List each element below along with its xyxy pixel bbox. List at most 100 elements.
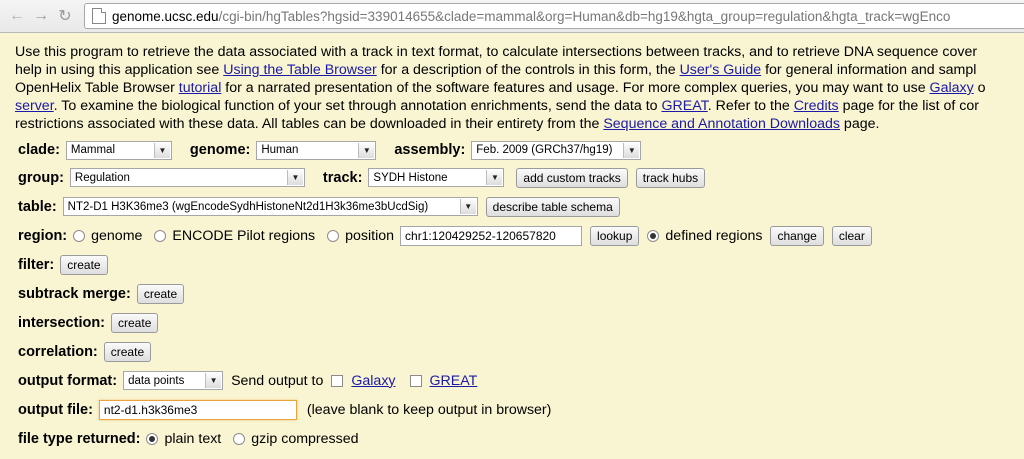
region-encode-label: ENCODE Pilot regions [172, 227, 316, 244]
output-file-hint: (leave blank to keep output in browser) [306, 401, 552, 418]
plain-text-radio[interactable] [146, 432, 159, 445]
galaxy-link[interactable]: Galaxy [351, 373, 395, 389]
output-format-label: output format: [18, 372, 118, 389]
genome-select[interactable]: Human ▼ [256, 140, 377, 160]
correlation-label: correlation: [18, 343, 98, 360]
galaxy-intro-link[interactable]: Galaxy [930, 80, 974, 96]
region-genome-radio[interactable] [73, 229, 86, 242]
filter-label: filter: [18, 256, 55, 273]
region-position-label: position [345, 227, 395, 244]
chevron-down-icon: ▼ [623, 142, 640, 158]
intro-text: Use this program to retrieve the data as… [15, 43, 1024, 133]
table-value: NT2-D1 H3K36me3 (wgEncodeSydhHistoneNt2d… [67, 200, 429, 213]
chevron-down-icon: ▼ [486, 170, 503, 185]
clade-label: clade: [18, 142, 60, 158]
file-type-label: file type returned: [18, 430, 141, 447]
group-label: group: [18, 169, 64, 186]
users-guide-link[interactable]: User's Guide [680, 62, 762, 78]
intro-line: . To examine the biological function of … [53, 98, 662, 114]
table-select[interactable]: NT2-D1 H3K36me3 (wgEncodeSydhHistoneNt2d… [62, 197, 478, 216]
chevron-down-icon: ▼ [153, 142, 170, 158]
back-arrow-icon[interactable]: ← [6, 5, 28, 27]
intro-line: for a description of the controls in thi… [376, 62, 680, 78]
output-format-row: output format: data points ▼ Send output… [18, 366, 1024, 395]
intersection-create-button[interactable]: create [111, 312, 159, 333]
change-button[interactable]: change [770, 225, 824, 246]
track-hubs-button[interactable]: track hubs [635, 167, 706, 188]
reload-icon[interactable]: ↻ [54, 5, 76, 27]
tutorial-link[interactable]: tutorial [179, 80, 222, 96]
galaxy-server-link[interactable]: server [15, 98, 54, 114]
plain-text-label: plain text [164, 430, 222, 447]
downloads-link[interactable]: Sequence and Annotation Downloads [603, 116, 840, 132]
describe-schema-button[interactable]: describe table schema [485, 196, 620, 217]
lookup-button[interactable]: lookup [590, 225, 640, 246]
filter-create-button[interactable]: create [60, 254, 108, 275]
intro-line: for general information and sampl [761, 62, 977, 78]
table-row: table: NT2-D1 H3K36me3 (wgEncodeSydhHist… [18, 192, 1024, 221]
intro-line: help in using this application see [15, 62, 224, 78]
intro-line: . Refer to the [707, 98, 794, 114]
add-custom-tracks-button[interactable]: add custom tracks [516, 167, 628, 188]
clear-button[interactable]: clear [831, 225, 872, 246]
chevron-down-icon: ▼ [205, 373, 222, 388]
group-row: group: Regulation ▼ track: SYDH Histone … [18, 163, 1024, 192]
chevron-down-icon: ▼ [286, 170, 303, 185]
assembly-label: assembly: [394, 142, 466, 158]
gzip-radio[interactable] [233, 432, 246, 445]
region-label: region: [18, 227, 68, 244]
using-table-browser-link[interactable]: Using the Table Browser [223, 62, 377, 78]
url-host: genome.ucsc.edu [112, 8, 219, 24]
region-encode-radio[interactable] [154, 229, 167, 242]
subtrack-create-button[interactable]: create [136, 283, 185, 304]
address-bar[interactable]: genome.ucsc.edu /cgi-bin/hgTables?hgsid=… [84, 3, 1024, 29]
intro-line: page. [839, 116, 880, 132]
clade-value: Mammal [70, 144, 116, 156]
great-checkbox[interactable] [409, 374, 422, 387]
region-defined-radio[interactable] [647, 229, 660, 242]
assembly-select[interactable]: Feb. 2009 (GRCh37/hg19) ▼ [471, 140, 642, 160]
file-type-row: file type returned: plain text gzip comp… [18, 424, 1024, 453]
group-value: Regulation [74, 171, 130, 184]
intro-line: restrictions associated with these data.… [15, 116, 604, 132]
group-select[interactable]: Regulation ▼ [69, 168, 305, 187]
output-format-value: data points [128, 374, 185, 387]
track-value: SYDH Histone [373, 171, 448, 184]
track-label: track: [322, 169, 363, 186]
gzip-label: gzip compressed [251, 430, 359, 447]
genome-label: genome: [189, 142, 251, 158]
intro-line: Use this program to retrieve the data as… [15, 44, 978, 60]
correlation-create-button[interactable]: create [103, 341, 152, 362]
correlation-row: correlation: create [18, 337, 1024, 366]
table-label: table: [18, 198, 57, 215]
galaxy-checkbox[interactable] [331, 374, 344, 387]
intro-line: page for the list of cor [838, 98, 980, 114]
region-position-radio[interactable] [327, 229, 340, 242]
region-defined-label: defined regions [665, 227, 763, 244]
output-format-select[interactable]: data points ▼ [123, 371, 224, 390]
output-file-row: output file: nt2-d1.h3k36me3 (leave blan… [18, 395, 1024, 424]
intersection-row: intersection: create [18, 308, 1024, 337]
browser-toolbar: ← → ↻ genome.ucsc.edu /cgi-bin/hgTables?… [0, 0, 1024, 33]
filter-row: filter: create [18, 250, 1024, 279]
chevron-down-icon: ▼ [459, 199, 476, 214]
intersection-label: intersection: [18, 314, 106, 331]
great-intro-link[interactable]: GREAT [661, 98, 707, 114]
send-output-label: Send output to [231, 372, 324, 389]
position-value: chr1:120429252-120657820 [405, 228, 556, 243]
clade-select[interactable]: Mammal ▼ [65, 140, 172, 160]
clade-row: clade: Mammal ▼ genome: Human ▼ assembly… [18, 137, 1024, 163]
credits-link[interactable]: Credits [794, 98, 839, 114]
region-genome-label: genome [91, 227, 143, 244]
forward-arrow-icon[interactable]: → [30, 5, 52, 27]
position-input[interactable]: chr1:120429252-120657820 [400, 225, 583, 246]
page-icon [92, 8, 106, 24]
great-link[interactable]: GREAT [430, 373, 478, 389]
output-file-input[interactable]: nt2-d1.h3k36me3 [98, 399, 297, 420]
genome-value: Human [261, 144, 299, 156]
track-select[interactable]: SYDH Histone ▼ [368, 168, 505, 187]
output-file-label: output file: [18, 401, 93, 418]
url-path: /cgi-bin/hgTables?hgsid=339014655&clade=… [218, 8, 951, 24]
intro-line: for a narrated presentation of the softw… [221, 80, 930, 96]
intro-line: OpenHelix Table Browser [15, 80, 179, 96]
